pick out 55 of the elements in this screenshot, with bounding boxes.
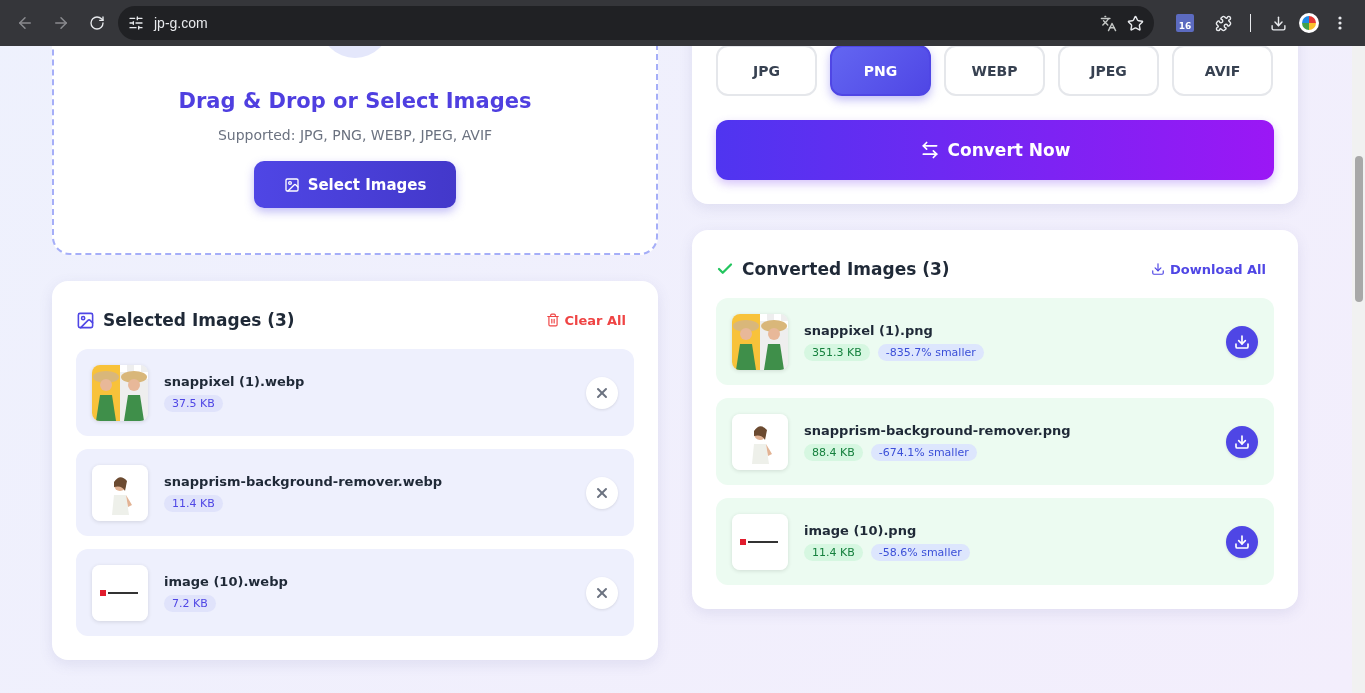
download-icon	[1234, 433, 1250, 450]
supported-formats-text: Supported: JPG, PNG, WEBP, JPEG, AVIF	[217, 127, 493, 143]
file-size: 88.4 KB	[804, 443, 863, 461]
address-bar[interactable]: jp-g.com	[118, 6, 1154, 40]
bookmark-star-icon[interactable]	[1127, 14, 1144, 32]
download-all-link[interactable]: Download All	[1151, 261, 1266, 277]
file-size: 351.3 KB	[804, 343, 870, 361]
menu-icon	[1338, 16, 1342, 30]
download-icon	[1234, 333, 1250, 350]
card-title: Converted Images (3)	[742, 259, 950, 279]
file-name: snapprism-background-remover.png	[804, 422, 1072, 438]
trash-icon	[545, 313, 560, 327]
size-change: -674.1% smaller	[870, 443, 977, 461]
image-icon	[283, 176, 300, 193]
file-size: 7.2 KB	[164, 594, 216, 612]
remove-button[interactable]	[586, 376, 618, 409]
profile-avatar[interactable]	[1299, 13, 1319, 33]
download-button[interactable]	[1226, 325, 1258, 358]
size-change: -835.7% smaller	[877, 343, 984, 361]
download-icon	[1151, 262, 1166, 276]
download-icon	[1234, 533, 1250, 550]
select-images-button[interactable]: Select Images	[253, 161, 457, 208]
url-text: jp-g.com	[154, 15, 209, 31]
convert-now-button[interactable]: Convert Now	[716, 120, 1274, 180]
file-size: 11.4 KB	[164, 494, 223, 512]
file-name: snapprism-background-remover.webp	[164, 473, 444, 489]
forward-arrow-icon	[52, 14, 70, 32]
format-option[interactable]: JPEG	[1058, 46, 1159, 96]
site-settings-icon[interactable]	[128, 15, 144, 31]
translate-icon[interactable]	[1100, 14, 1117, 32]
download-icon	[1269, 14, 1287, 32]
format-option[interactable]: AVIF	[1172, 46, 1273, 96]
file-size: 11.4 KB	[804, 543, 863, 561]
file-size: 37.5 KB	[164, 394, 223, 412]
file-name: image (10).webp	[164, 573, 289, 589]
format-option[interactable]: JPG	[716, 46, 817, 96]
calendar-extension-icon[interactable]: 16	[1176, 14, 1194, 32]
size-change: -58.6% smaller	[870, 543, 970, 561]
image-icon	[76, 310, 95, 330]
format-option[interactable]: WEBP	[944, 46, 1045, 96]
download-button[interactable]	[1226, 425, 1258, 458]
file-name: snappixel (1).webp	[164, 373, 306, 389]
scrollbar[interactable]	[1352, 46, 1365, 693]
drop-zone-title: Drag & Drop or Select Images	[178, 89, 532, 113]
clear-all-button[interactable]: Clear All	[545, 312, 626, 328]
file-name: snappixel (1).png	[804, 322, 934, 338]
remove-button[interactable]	[586, 576, 618, 609]
card-title: Selected Images (3)	[103, 310, 295, 330]
file-name: image (10).png	[804, 522, 918, 538]
drop-zone[interactable]: Drag & Drop or Select Images Supported: JPG, PNG, WEBP, JPEG, AVIF Select Images	[52, 46, 658, 255]
download-button[interactable]	[1226, 525, 1258, 558]
puzzle-icon	[1214, 14, 1232, 32]
format-option[interactable]: PNG	[830, 46, 931, 96]
remove-button[interactable]	[586, 476, 618, 509]
reload-icon	[89, 15, 105, 31]
